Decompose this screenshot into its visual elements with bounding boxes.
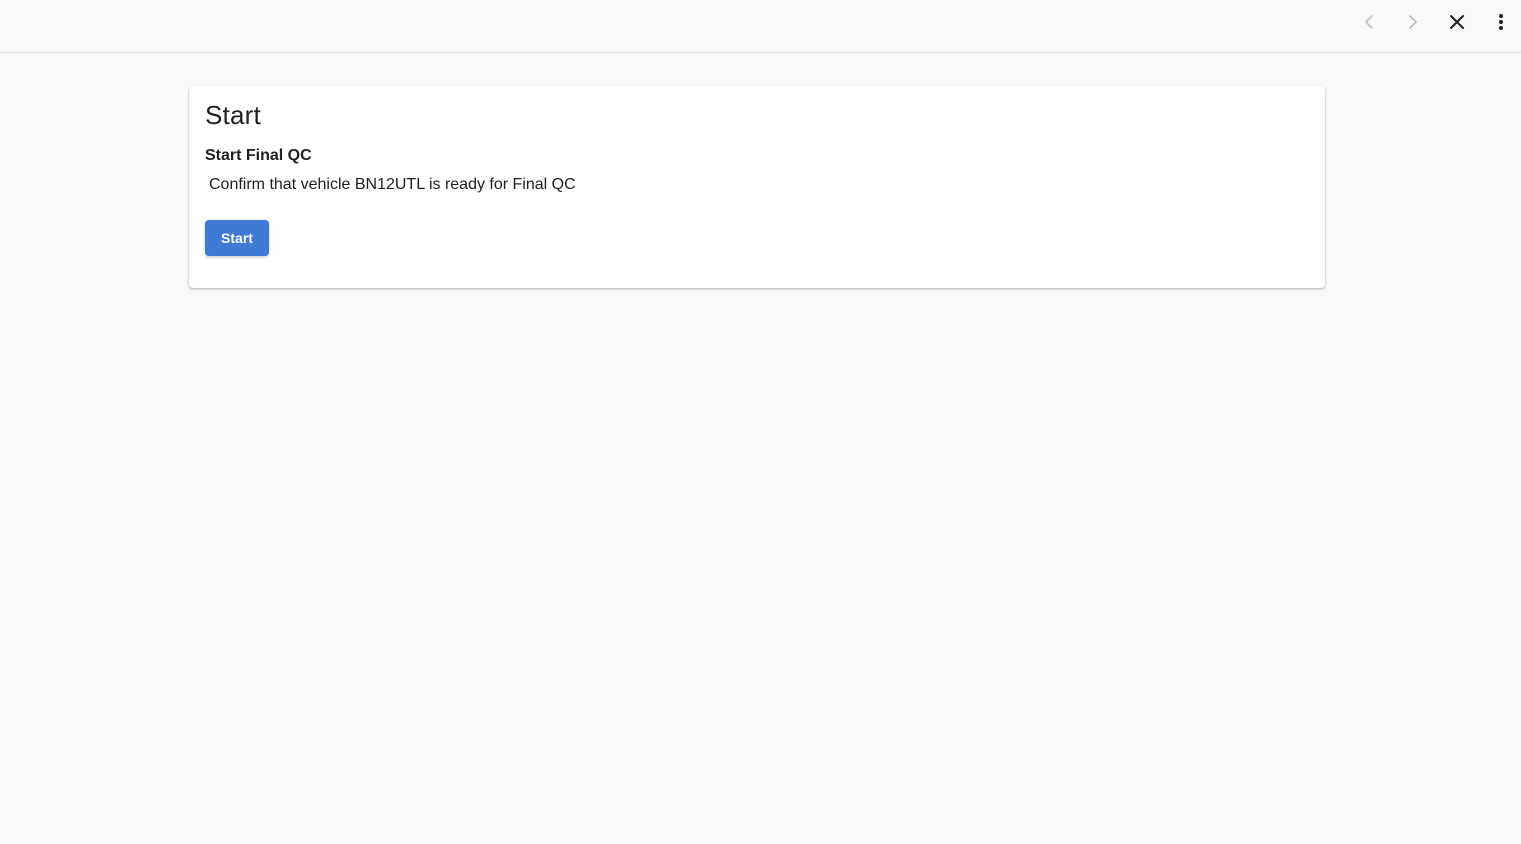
start-button[interactable]: Start	[205, 220, 269, 256]
card-title: Start	[205, 100, 261, 130]
step-title: Start Final QC	[205, 147, 312, 164]
forward-button[interactable]	[1397, 6, 1429, 38]
back-button[interactable]	[1353, 6, 1385, 38]
chevron-right-icon	[1409, 15, 1417, 29]
top-toolbar	[0, 0, 1521, 53]
more-options-button[interactable]	[1485, 6, 1517, 38]
close-icon	[1450, 15, 1464, 29]
close-button[interactable]	[1441, 6, 1473, 38]
start-card: Start Start Final QC Confirm that vehicl…	[189, 86, 1325, 288]
more-vert-icon	[1499, 14, 1503, 30]
chevron-left-icon	[1365, 15, 1373, 29]
step-description: Confirm that vehicle BN12UTL is ready fo…	[209, 176, 576, 193]
